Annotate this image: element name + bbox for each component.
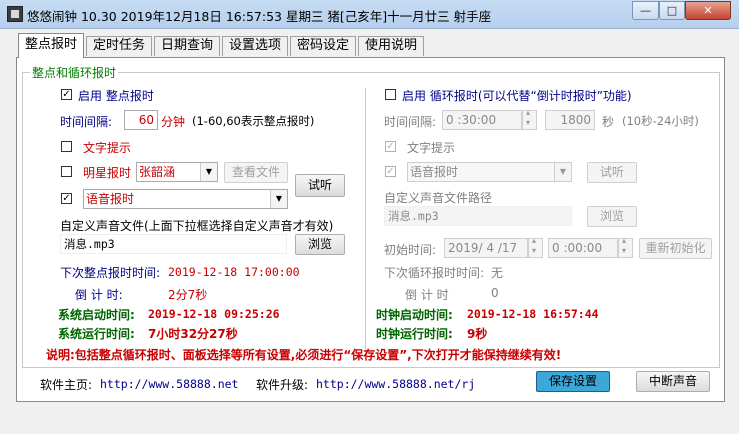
custom-sound-input[interactable]: 消息.mp3 — [60, 234, 287, 254]
init-date-input[interactable]: 2019/ 4 /17 — [444, 238, 528, 258]
chevron-down-icon: ▼ — [270, 190, 287, 208]
voice-select-value: 语音报时 — [86, 192, 135, 206]
system-run-value: 7小时32分27秒 — [148, 327, 238, 341]
next-loop-value: 无 — [491, 266, 504, 280]
clock-run-label: 时钟运行时间: — [376, 327, 453, 341]
left-text-tip-label: 文字提示 — [83, 141, 132, 155]
loop-browse-button[interactable]: 浏览 — [587, 206, 637, 227]
clock-start-value: 2019-12-18 16:57:44 — [467, 307, 599, 321]
interval-input[interactable]: 60 — [124, 110, 158, 130]
clock-start-label: 时钟启动时间: — [376, 308, 453, 322]
loop-seconds-input[interactable]: 1800 — [545, 110, 595, 130]
loop-text-tip-label: 文字提示 — [407, 141, 456, 155]
loop-listen-button[interactable]: 试听 — [587, 162, 637, 183]
custom-sound-label: 自定义声音文件(上面下拉框选择自定义声音才有效) — [60, 219, 334, 233]
init-time-input[interactable]: 0 :00:00 — [548, 238, 618, 258]
interval-unit: 分钟 — [161, 115, 186, 129]
window-title: 悠悠闹钟 10.30 2019年12月18日 16:57:53 星期三 猪[己亥… — [27, 9, 492, 24]
view-file-button[interactable]: 查看文件 — [224, 162, 288, 183]
loop-text-tip-checkbox[interactable]: ✓ — [385, 141, 396, 152]
upgrade-link[interactable]: http://www.58888.net/rj — [316, 377, 475, 391]
listen-button[interactable]: 试听 — [295, 174, 345, 197]
interval-label: 时间间隔: — [60, 115, 113, 129]
next-hourly-label: 下次整点报时时间: — [60, 266, 161, 280]
chevron-down-icon: ▼ — [200, 163, 217, 181]
star-chime-label: 明星报时 — [83, 166, 132, 180]
save-note: 说明:包括整点循环报时、面板选择等所有设置,必须进行“保存设置”,下次打开才能保… — [46, 348, 562, 362]
chevron-down-icon: ▼ — [554, 163, 571, 181]
custom-path-input[interactable]: 消息.mp3 — [384, 206, 572, 226]
tab-settings[interactable]: 设置选项 — [222, 36, 288, 56]
clock-run-value: 9秒 — [467, 327, 488, 341]
next-loop-label: 下次循环报时时间: — [384, 266, 485, 280]
star-chime-checkbox[interactable] — [61, 166, 72, 177]
app-icon — [7, 6, 23, 22]
init-time-label: 初始时间: — [384, 243, 437, 257]
loop-seconds-unit: 秒 — [602, 115, 615, 129]
minimize-button[interactable]: — — [632, 1, 659, 20]
loop-interval-label: 时间间隔: — [384, 115, 437, 129]
homepage-link[interactable]: http://www.58888.net — [100, 377, 238, 391]
loop-voice-select-value: 语音报时 — [410, 165, 459, 179]
browse-button[interactable]: 浏览 — [295, 234, 345, 255]
system-start-value: 2019-12-18 09:25:26 — [148, 307, 280, 321]
loop-countdown-value: 0 — [491, 286, 499, 300]
hourly-enable-label: 启用 整点报时 — [78, 89, 154, 103]
countdown-label: 倒 计 时: — [75, 288, 123, 302]
star-select-value: 张韶涵 — [139, 165, 176, 179]
tab-help[interactable]: 使用说明 — [358, 36, 424, 56]
close-button[interactable]: ✕ — [685, 1, 731, 20]
tab-scheduled-tasks[interactable]: 定时任务 — [86, 36, 152, 56]
left-text-tip-checkbox[interactable] — [61, 141, 72, 152]
loop-voice-select[interactable]: 语音报时 ▼ — [407, 162, 572, 182]
system-run-label: 系统运行时间: — [58, 327, 135, 341]
interval-hint: (1-60,60表示整点报时) — [192, 114, 315, 128]
hourly-enable-checkbox[interactable]: ✓ — [61, 89, 72, 100]
loop-voice-checkbox[interactable]: ✓ — [385, 166, 396, 177]
system-start-label: 系统启动时间: — [58, 308, 135, 322]
loop-countdown-label: 倒 计 时 — [405, 288, 449, 302]
loop-interval-input[interactable]: 0 :30:00 — [442, 110, 522, 130]
voice-select[interactable]: 语音报时 ▼ — [83, 189, 288, 209]
tab-date-query[interactable]: 日期查询 — [154, 36, 220, 56]
group-title: 整点和循环报时 — [30, 64, 119, 81]
reinit-button[interactable]: 重新初始化 — [639, 238, 712, 259]
title-bar[interactable]: 悠悠闹钟 10.30 2019年12月18日 16:57:53 星期三 猪[己亥… — [0, 0, 739, 29]
voice-chime-checkbox[interactable]: ✓ — [61, 193, 72, 204]
tab-hourly-chime[interactable]: 整点报时 — [18, 33, 84, 58]
stop-sound-button[interactable]: 中断声音 — [636, 371, 710, 392]
countdown-value: 2分7秒 — [168, 288, 208, 302]
init-time-spinner[interactable] — [618, 236, 633, 258]
save-settings-button[interactable]: 保存设置 — [536, 371, 610, 392]
maximize-button[interactable]: □ — [659, 1, 685, 20]
upgrade-label: 软件升级: — [256, 378, 309, 392]
custom-path-label: 自定义声音文件路径 — [384, 191, 493, 205]
star-select[interactable]: 张韶涵 ▼ — [136, 162, 218, 182]
loop-seconds-hint: (10秒-24小时) — [622, 114, 699, 128]
column-divider — [365, 88, 366, 356]
loop-enable-checkbox[interactable] — [385, 89, 396, 100]
homepage-label: 软件主页: — [40, 378, 93, 392]
loop-interval-spinner[interactable] — [522, 108, 537, 130]
next-hourly-value: 2019-12-18 17:00:00 — [168, 265, 300, 279]
loop-enable-label: 启用 循环报时(可以代替“倒计时报时”功能) — [402, 89, 632, 103]
tab-password[interactable]: 密码设定 — [290, 36, 356, 56]
init-date-spinner[interactable] — [528, 236, 543, 258]
